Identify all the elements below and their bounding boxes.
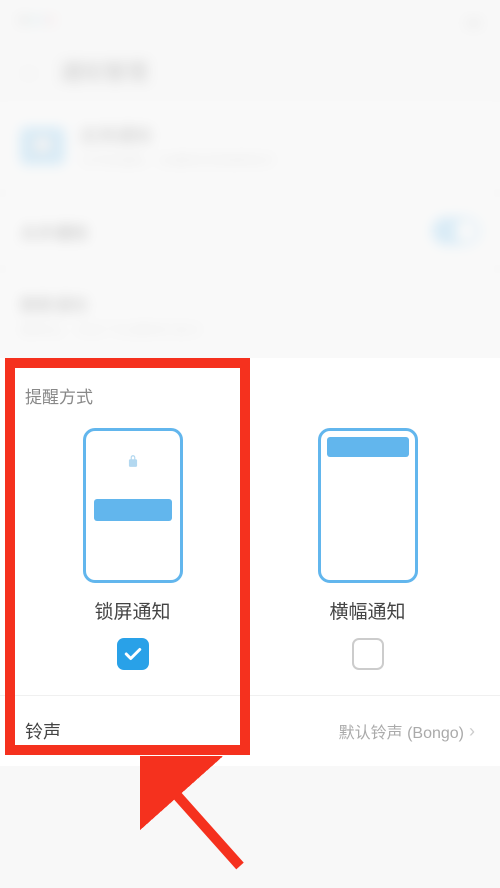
ringtone-value: 默认铃声 (Bongo) ›: [339, 719, 475, 743]
check-icon: [124, 647, 142, 661]
lockscreen-checkbox[interactable]: [117, 638, 149, 670]
page-title: 通知管理: [60, 55, 148, 87]
toggle-label: 允许通知: [20, 219, 88, 244]
back-button[interactable]: ←: [20, 60, 40, 83]
ringtone-row[interactable]: 铃声 默认铃声 (Bongo) ›: [0, 695, 500, 766]
banner-label: 横幅通知: [329, 597, 405, 624]
lockscreen-mockup-icon: [83, 428, 183, 583]
banner-checkbox[interactable]: [352, 638, 384, 670]
status-battery: ▬: [467, 13, 480, 28]
status-signal: [20, 17, 53, 23]
silent-title: 静默通知: [20, 291, 480, 316]
reminder-section-title: 提醒方式: [25, 383, 475, 408]
option-banner[interactable]: 横幅通知: [260, 428, 475, 670]
app-icon: 💬: [20, 127, 65, 165]
lock-icon: [126, 453, 140, 469]
option-lockscreen[interactable]: 锁屏通知: [25, 428, 240, 670]
app-name: 应用通知: [80, 122, 480, 148]
allow-notifications-toggle[interactable]: [432, 217, 480, 245]
arrow-annotation: [140, 756, 260, 876]
lockscreen-label: 锁屏通知: [94, 597, 170, 624]
app-desc: 已开启通知，在通知栏和锁屏显示: [80, 150, 480, 169]
chevron-right-icon: ›: [469, 721, 475, 742]
ringtone-label: 铃声: [25, 718, 61, 744]
silent-subtitle: 静默后，仅在下拉通知栏显示: [20, 320, 480, 340]
banner-mockup-icon: [318, 428, 418, 583]
